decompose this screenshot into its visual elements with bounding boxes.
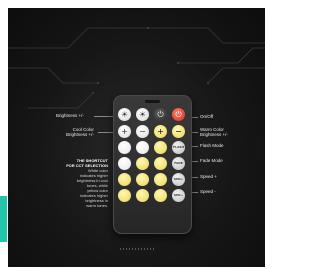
label-brightness: Brightness +/- [56,113,84,118]
brightness-down-button[interactable]: ☀ [136,108,149,121]
cct-preset-button[interactable] [118,157,131,170]
cool-plus-button[interactable]: + [118,125,131,138]
ir-window [145,100,160,103]
cct-preset-button[interactable] [118,189,131,202]
remote-control: ☀ ☀ ⏻ ⏻ + − + − FLASH FADE SPD+ SPD− [113,95,192,234]
sun-icon: ☀ [120,109,129,119]
cct-preset-button[interactable] [136,157,149,170]
cct-preset-button[interactable] [154,141,167,154]
cct-preset-button[interactable] [136,141,149,154]
leader-line [98,132,114,133]
speed-down-button[interactable]: SPD− [172,189,185,202]
leader-line [94,116,114,117]
minus-icon: − [175,126,182,136]
cct-preset-button[interactable] [118,173,131,186]
cct-preset-button[interactable] [136,189,149,202]
warm-plus-button[interactable]: + [154,125,167,138]
speed-up-button[interactable]: SPD+ [172,173,185,186]
label-speed-plus: Speed + [200,174,217,179]
cct-preset-button[interactable] [118,141,131,154]
label-warm-color: Warm Color Brightness +/- [200,127,228,137]
fade-mode-button[interactable]: FADE [172,157,185,170]
cct-preset-button[interactable] [136,173,149,186]
product-stage: Brightness +/- Cool Color Brightness +/-… [8,8,265,267]
brightness-up-button[interactable]: ☀ [118,108,131,121]
cool-minus-button[interactable]: − [136,125,149,138]
sun-icon: ☀ [138,109,147,119]
warm-minus-button[interactable]: − [172,125,185,138]
on-button[interactable]: ⏻ [172,108,185,121]
image-frame: Brightness +/- Cool Color Brightness +/-… [0,0,273,275]
power-icon: ⏻ [157,109,164,119]
accent-strip [0,196,7,242]
minus-icon: − [139,126,146,136]
label-flash-mode: Flash Mode [200,143,224,148]
plus-icon: + [157,126,164,136]
note-body: White color indicates higher brightness … [76,168,108,208]
off-button[interactable]: ⏻ [154,108,167,121]
cct-shortcut-note: THE SHORTCUT FOR CCT SELECTION White col… [64,158,108,208]
cct-preset-button[interactable] [154,189,167,202]
cct-preset-button[interactable] [154,157,167,170]
note-heading: THE SHORTCUT FOR CCT SELECTION [66,158,108,168]
cct-preset-button[interactable] [154,173,167,186]
label-fade-mode: Fade Mode [200,158,223,163]
plus-icon: + [121,126,128,136]
label-speed-minus: Speed - [200,189,216,194]
label-cool-color: Cool Color Brightness +/- [66,127,94,137]
power-icon: ⏻ [175,109,182,119]
footer-dots [120,248,154,250]
flash-mode-button[interactable]: FLASH [172,141,185,154]
label-on-off: On/Off [200,114,214,119]
